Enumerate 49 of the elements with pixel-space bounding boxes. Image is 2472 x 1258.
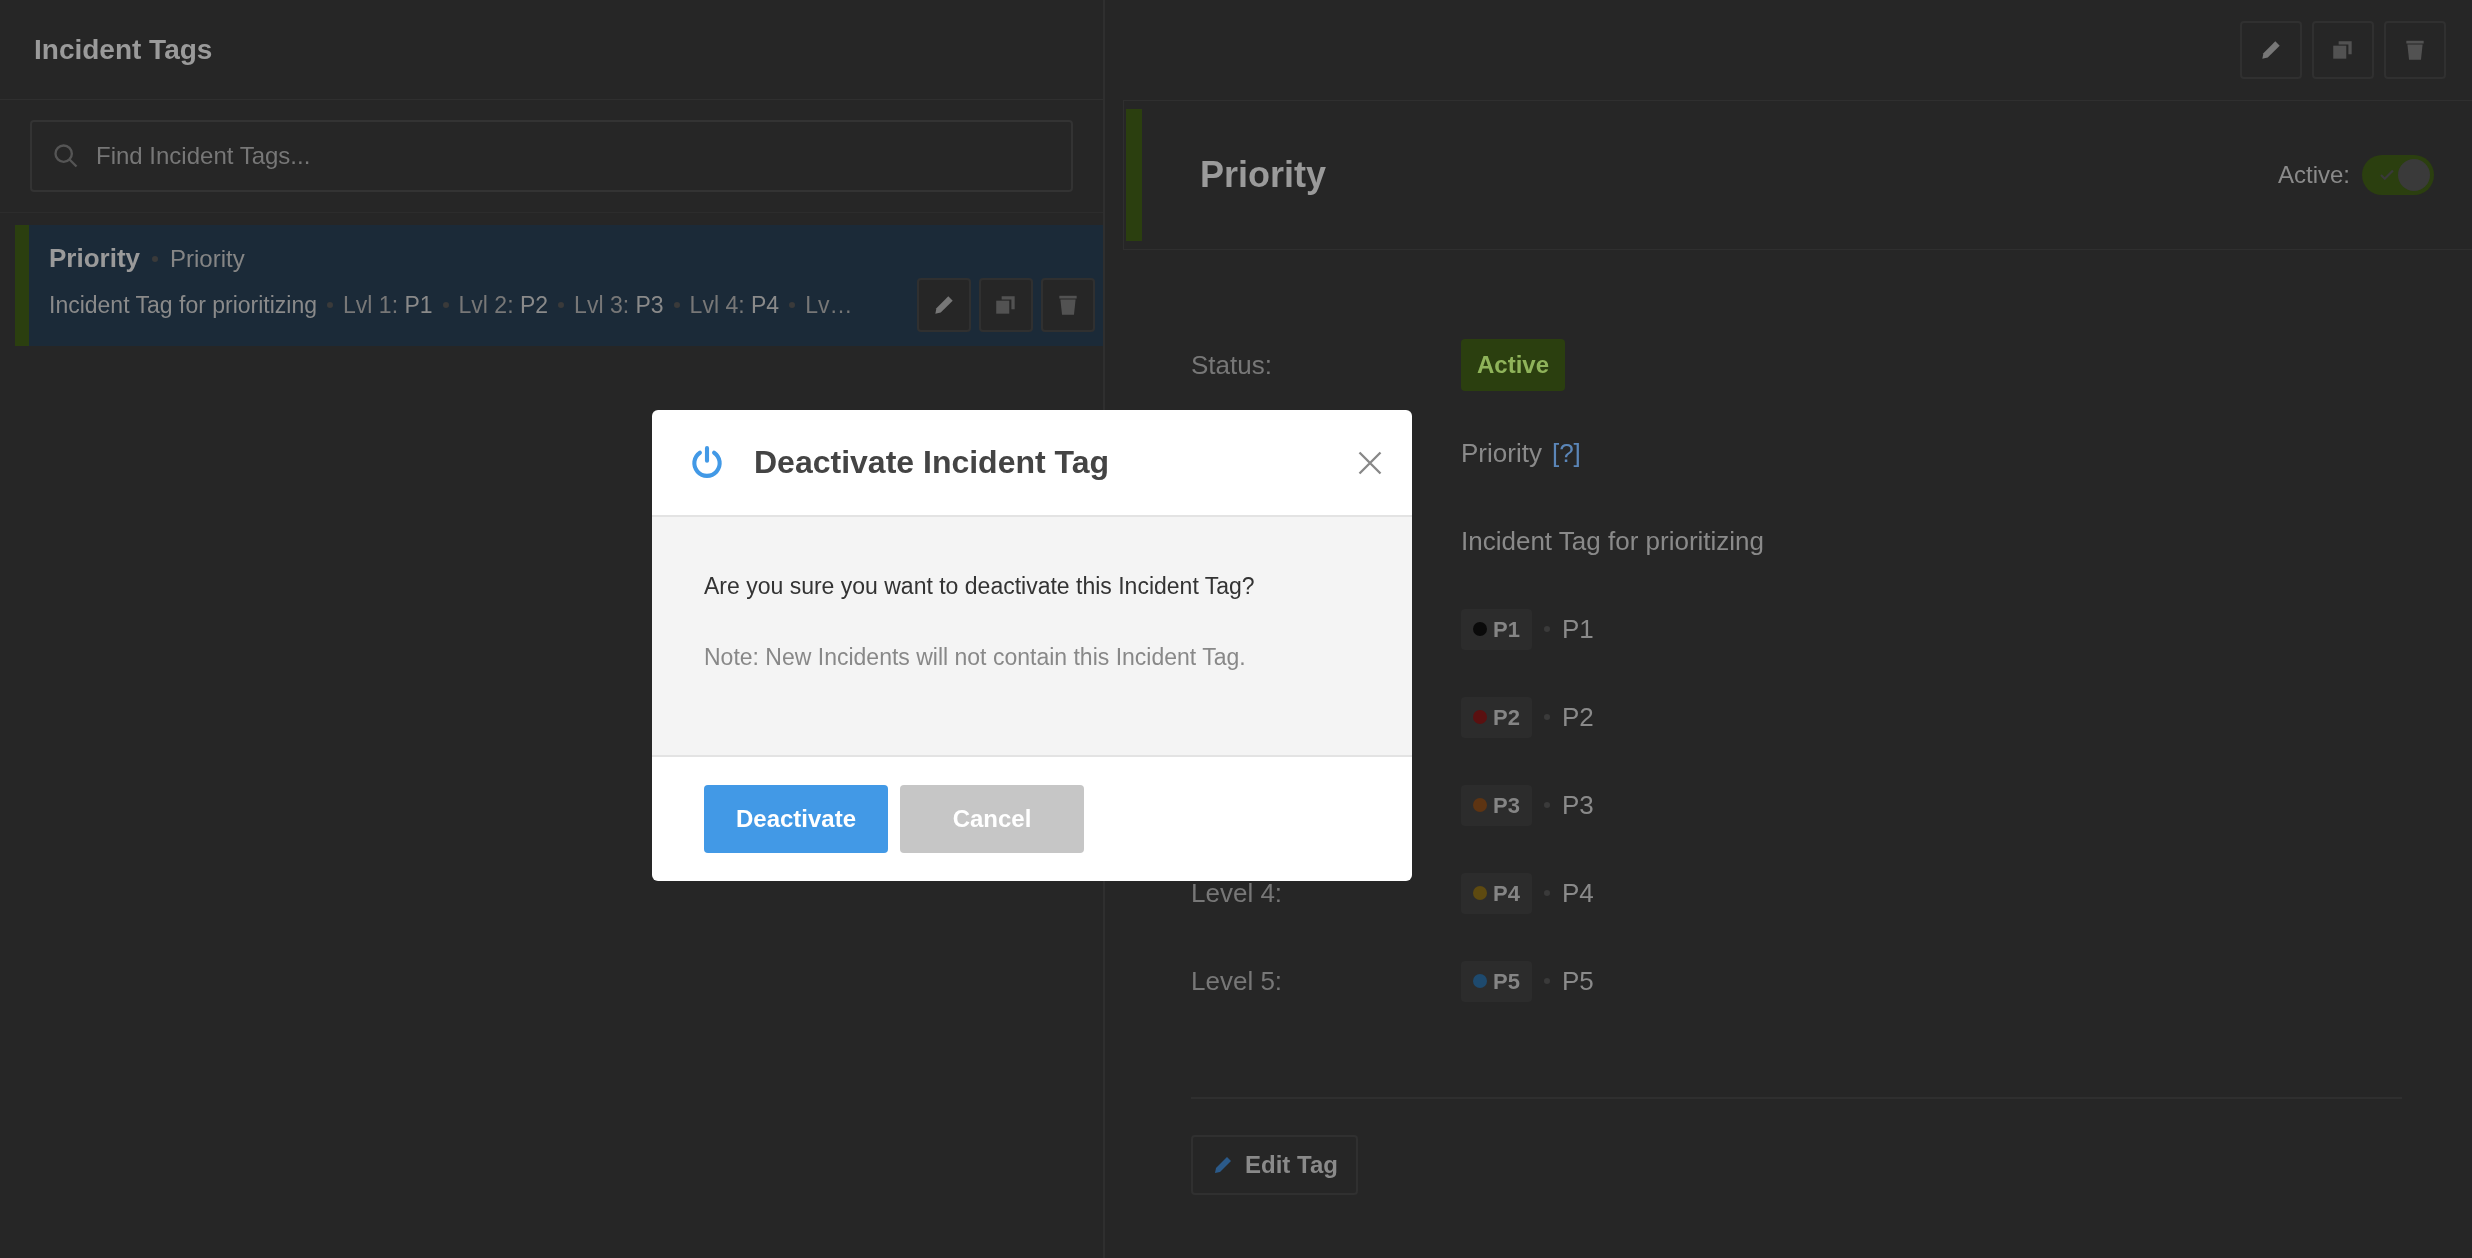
separator-dot xyxy=(442,302,449,308)
edit-button[interactable] xyxy=(2240,21,2302,79)
level-summary: Lvl 3: P3 xyxy=(574,290,664,320)
dialog-note: Note: New Incidents will not contain this Incident Tag. xyxy=(704,642,1247,672)
level-chip: P5 xyxy=(1461,960,1532,1002)
level-chip: P1 xyxy=(1461,608,1532,650)
tag-name: Priority xyxy=(49,242,141,275)
tag-subtitle: Priority xyxy=(170,243,245,274)
dialog-title: Deactivate Incident Tag xyxy=(754,443,1111,482)
tag-description: Incident Tag for prioritizing xyxy=(49,290,318,320)
edit-tag-button[interactable]: Edit Tag xyxy=(1191,1135,1358,1195)
field-label: Level 4: xyxy=(1191,877,1283,908)
active-toggle[interactable] xyxy=(2362,155,2434,195)
separator-dot xyxy=(152,255,159,262)
separator-dot xyxy=(673,302,680,308)
level-chip: P2 xyxy=(1461,696,1532,738)
level-value: P2 xyxy=(1561,700,1594,734)
copy-button[interactable] xyxy=(979,278,1033,332)
separator-dot xyxy=(789,302,796,308)
level-summary: Lv… xyxy=(805,290,853,320)
panel-title: Incident Tags xyxy=(34,32,213,67)
level-chip: P3 xyxy=(1461,784,1532,826)
field-value: Priority xyxy=(1461,436,1542,470)
field-label: Status: xyxy=(1191,349,1272,380)
level-summary: Lvl 4: P4 xyxy=(689,290,780,320)
separator-dot xyxy=(327,302,334,308)
tag-title: Priority xyxy=(1200,153,1328,197)
level-value: P4 xyxy=(1561,876,1594,910)
level-value: P1 xyxy=(1561,612,1594,646)
status-badge: Active xyxy=(1461,339,1566,391)
level-chip: P4 xyxy=(1461,872,1532,914)
separator-dot xyxy=(558,302,565,308)
level-summary: Lvl 1: P1 xyxy=(343,290,433,320)
deactivate-button[interactable]: Deactivate xyxy=(704,785,888,853)
search-field[interactable]: Find Incident Tags... xyxy=(30,120,1073,192)
level-summary: Lvl 2: P2 xyxy=(458,290,549,320)
edit-button[interactable] xyxy=(917,278,971,332)
delete-button[interactable] xyxy=(2384,21,2446,79)
field-label: Level 5: xyxy=(1191,965,1283,996)
copy-button[interactable] xyxy=(2312,21,2374,79)
field-value: Incident Tag for prioritizing xyxy=(1461,524,1764,558)
list-item[interactable]: Priority Priority Incident Tag for prioritizing Lvl 1: P1 Lvl 2: P2 Lvl 3: P3 Lvl 4: P4 Lv… xyxy=(15,225,1103,346)
search-icon xyxy=(52,142,80,170)
help-link[interactable]: [?] xyxy=(1551,433,1581,473)
delete-button[interactable] xyxy=(1041,278,1095,332)
active-label: Active: xyxy=(2277,160,2350,190)
dialog-message: Are you sure you want to deactivate this Incident Tag? xyxy=(704,572,1256,601)
level-value: P5 xyxy=(1561,964,1594,998)
level-value: P3 xyxy=(1561,788,1594,822)
